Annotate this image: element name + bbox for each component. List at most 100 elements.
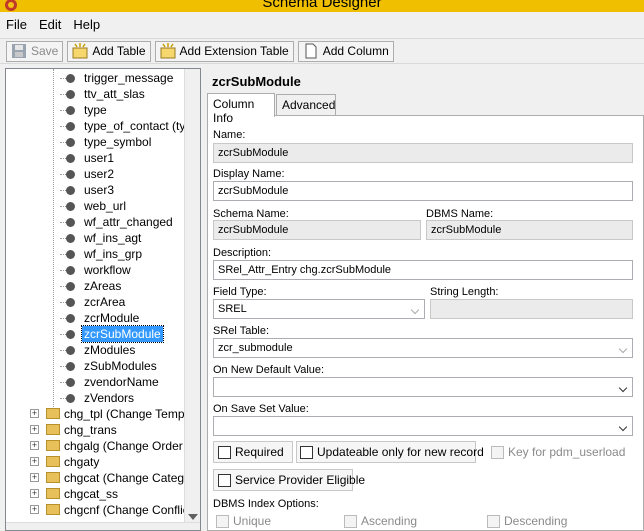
tree-item[interactable]: zVendors: [6, 390, 196, 406]
scroll-down-icon[interactable]: [188, 514, 198, 520]
save-button[interactable]: Save: [6, 40, 64, 62]
tree-item[interactable]: wf_ins_grp: [6, 246, 196, 262]
tree-item[interactable]: wf_ins_agt: [6, 230, 196, 246]
add-column-label: Add Column: [322, 44, 389, 58]
tree-item[interactable]: zcrSubModule: [6, 325, 196, 343]
tree-folder[interactable]: + chgalg (Change Order Act: [6, 438, 200, 454]
updateable-checkbox[interactable]: Updateable only for new record: [300, 442, 484, 462]
folder-icon: [46, 424, 60, 435]
on-new-default-label: On New Default Value:: [213, 364, 325, 376]
column-bullet-icon: [60, 298, 75, 307]
ascending-box[interactable]: [344, 514, 357, 528]
on-save-set-select[interactable]: [213, 416, 633, 436]
menu-file[interactable]: File: [0, 17, 33, 32]
add-table-button[interactable]: Add Table: [67, 40, 151, 62]
required-checkbox[interactable]: Required: [218, 442, 284, 462]
menu-edit[interactable]: Edit: [33, 17, 67, 32]
column-bullet-icon: [60, 250, 75, 259]
updateable-box[interactable]: [300, 445, 313, 459]
display-name-field[interactable]: zcrSubModule: [213, 181, 633, 201]
tree-item-label: web_url: [84, 199, 127, 213]
tree-item[interactable]: zcrModule: [6, 310, 196, 326]
expand-icon[interactable]: +: [30, 425, 39, 434]
add-column-button[interactable]: Add Column: [297, 40, 394, 62]
menu-help[interactable]: Help: [67, 17, 106, 32]
tree-item[interactable]: ttv_att_slas: [6, 86, 196, 102]
expand-icon[interactable]: +: [30, 489, 39, 498]
srel-table-select[interactable]: zcr_submodule: [213, 338, 633, 358]
tree-item[interactable]: type: [6, 102, 196, 118]
column-info-panel: Name: zcrSubModule Display Name: zcrSubM…: [207, 115, 644, 531]
unique-checkbox[interactable]: Unique: [216, 511, 271, 531]
required-box[interactable]: [218, 445, 231, 459]
tree-vertical-scrollbar[interactable]: [184, 69, 200, 524]
schema-name-field[interactable]: zcrSubModule: [213, 220, 421, 240]
tree-item-label: user2: [84, 167, 115, 181]
tree-horizontal-scrollbar[interactable]: [6, 522, 200, 530]
tree-folder[interactable]: + chg_trans: [6, 422, 196, 438]
schema-tree[interactable]: trigger_message ttv_att_slas type type_of_c…: [5, 68, 201, 531]
name-label: Name:: [213, 129, 246, 141]
tree-item[interactable]: user3: [6, 182, 196, 198]
tab-advanced[interactable]: Advanced: [276, 94, 336, 116]
folder-icon: [46, 408, 60, 419]
column-bullet-icon: [60, 314, 75, 323]
ascending-checkbox[interactable]: Ascending: [344, 511, 417, 531]
tree-item[interactable]: trigger_message: [6, 70, 196, 86]
tree-folder[interactable]: + chgcnf (Change Conflict): [6, 502, 196, 518]
column-bullet-icon: [60, 282, 75, 291]
folder-icon: [46, 472, 60, 483]
expand-icon[interactable]: +: [30, 457, 39, 466]
tree-item[interactable]: user1: [6, 150, 196, 166]
tree-item[interactable]: workflow: [6, 262, 196, 278]
tree-item-label: wf_ins_agt: [84, 231, 142, 245]
display-name-label: Display Name:: [213, 168, 285, 180]
descending-checkbox[interactable]: Descending: [487, 511, 567, 531]
tree-folder[interactable]: + chgcat_ss: [6, 486, 196, 502]
column-bullet-icon: [60, 378, 75, 387]
tree-item[interactable]: zSubModules: [6, 358, 196, 374]
on-new-default-select[interactable]: [213, 377, 633, 397]
tree-folder-label: chgcat_ss: [64, 487, 119, 501]
descending-box[interactable]: [487, 514, 500, 528]
tab-column-info[interactable]: Column Info: [207, 93, 275, 125]
tree-folder[interactable]: + chg_tpl (Change Template: [6, 406, 200, 422]
tree-item[interactable]: wf_attr_changed: [6, 214, 196, 230]
column-bullet-icon: [60, 186, 75, 195]
tree-item[interactable]: zvendorName: [6, 374, 196, 390]
key-box[interactable]: [491, 445, 504, 459]
field-type-select[interactable]: SREL: [213, 299, 425, 319]
column-bullet-icon: [60, 90, 75, 99]
tree-item-label: wf_attr_changed: [84, 215, 173, 229]
name-field[interactable]: zcrSubModule: [213, 143, 633, 163]
unique-text: Unique: [233, 514, 272, 528]
column-bullet-icon: [60, 266, 75, 275]
string-length-field[interactable]: [430, 299, 633, 319]
tree-item[interactable]: type_symbol: [6, 134, 196, 150]
toolbar: Save Add Table Add Extension Table Add C…: [0, 38, 644, 64]
tree-item[interactable]: zModules: [6, 342, 196, 358]
service-provider-checkbox[interactable]: Service Provider Eligible: [218, 470, 365, 490]
tree-item[interactable]: zcrArea: [6, 294, 196, 310]
expand-icon[interactable]: +: [30, 473, 39, 482]
expand-icon[interactable]: +: [30, 505, 39, 514]
dbms-name-field[interactable]: zcrSubModule: [426, 220, 633, 240]
column-bullet-icon: [60, 170, 75, 179]
tree-item-label: zvendorName: [84, 375, 159, 389]
tree-item[interactable]: zAreas: [6, 278, 196, 294]
expand-icon[interactable]: +: [30, 409, 39, 418]
unique-box[interactable]: [216, 514, 229, 528]
tree-item[interactable]: user2: [6, 166, 196, 182]
key-checkbox[interactable]: Key for pdm_userload: [491, 442, 625, 462]
description-field[interactable]: SRel_Attr_Entry chg.zcrSubModule: [213, 260, 633, 280]
tree-item[interactable]: type_of_contact (typ: [6, 118, 196, 134]
tree-folder[interactable]: + chgaty: [6, 454, 196, 470]
service-provider-text: Service Provider Eligible: [235, 473, 366, 487]
tree-folder[interactable]: + chgcat (Change Category: [6, 470, 200, 486]
service-provider-box[interactable]: [218, 473, 231, 487]
expand-icon[interactable]: +: [30, 441, 39, 450]
string-length-label: String Length:: [430, 286, 499, 298]
tree-item[interactable]: web_url: [6, 198, 196, 214]
tree-item-label: user1: [84, 151, 115, 165]
add-extension-table-button[interactable]: Add Extension Table: [154, 40, 294, 62]
